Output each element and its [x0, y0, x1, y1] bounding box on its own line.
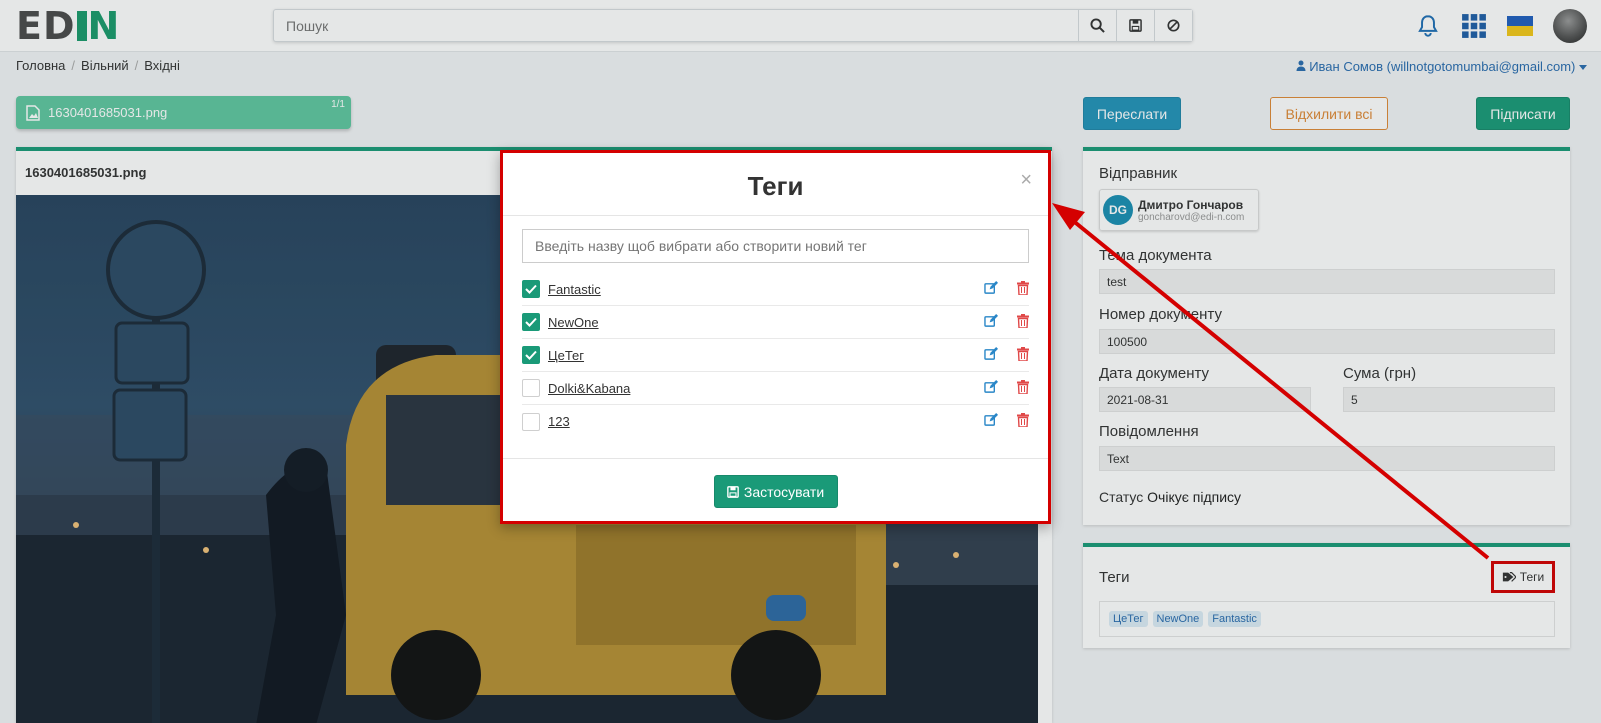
tag-row-actions [984, 413, 1029, 427]
trash-icon[interactable] [1017, 413, 1029, 427]
tag-row: ЦеТег [522, 339, 1029, 372]
tag-row-actions [984, 314, 1029, 328]
tag-row-actions [984, 347, 1029, 361]
tag-row: Dolki&Kabana [522, 372, 1029, 405]
edit-icon[interactable] [984, 380, 999, 394]
tag-checkbox[interactable] [522, 412, 540, 431]
check-icon [525, 350, 537, 360]
tag-row-actions [984, 380, 1029, 394]
tag-search-input[interactable] [522, 229, 1029, 263]
close-icon[interactable]: × [1020, 170, 1032, 190]
tag-checkbox[interactable] [522, 379, 540, 397]
tag-name[interactable]: Fantastic [548, 282, 601, 297]
floppy-icon [727, 485, 739, 498]
trash-icon[interactable] [1017, 314, 1029, 328]
apply-button-label: Застосувати [743, 483, 825, 500]
tags-modal: Теги × Fantastic NewOne [500, 150, 1051, 524]
apply-button[interactable]: Застосувати [713, 475, 838, 508]
tag-name[interactable]: 123 [548, 414, 570, 429]
tag-row: Fantastic [522, 273, 1029, 306]
check-icon [525, 317, 537, 327]
edit-icon[interactable] [984, 347, 999, 361]
modal-title: Теги [747, 171, 804, 201]
tag-name[interactable]: ЦеТег [548, 348, 584, 363]
tag-list: Fantastic NewOne ЦеТег Dolki&Kabana 123 [522, 273, 1029, 438]
edit-icon[interactable] [984, 281, 999, 295]
tag-checkbox[interactable] [522, 280, 540, 298]
modal-header: Теги × [503, 153, 1048, 216]
trash-icon[interactable] [1017, 380, 1029, 394]
modal-footer: Застосувати [503, 458, 1048, 524]
edit-icon[interactable] [984, 314, 999, 328]
check-icon [525, 284, 537, 294]
tag-row: NewOne [522, 306, 1029, 339]
trash-icon[interactable] [1017, 347, 1029, 361]
tag-row: 123 [522, 405, 1029, 438]
trash-icon[interactable] [1017, 281, 1029, 295]
tag-row-actions [984, 281, 1029, 295]
tag-checkbox[interactable] [522, 346, 540, 364]
tag-name[interactable]: Dolki&Kabana [548, 381, 630, 396]
edit-icon[interactable] [984, 413, 999, 427]
tag-checkbox[interactable] [522, 313, 540, 331]
tag-name[interactable]: NewOne [548, 315, 599, 330]
